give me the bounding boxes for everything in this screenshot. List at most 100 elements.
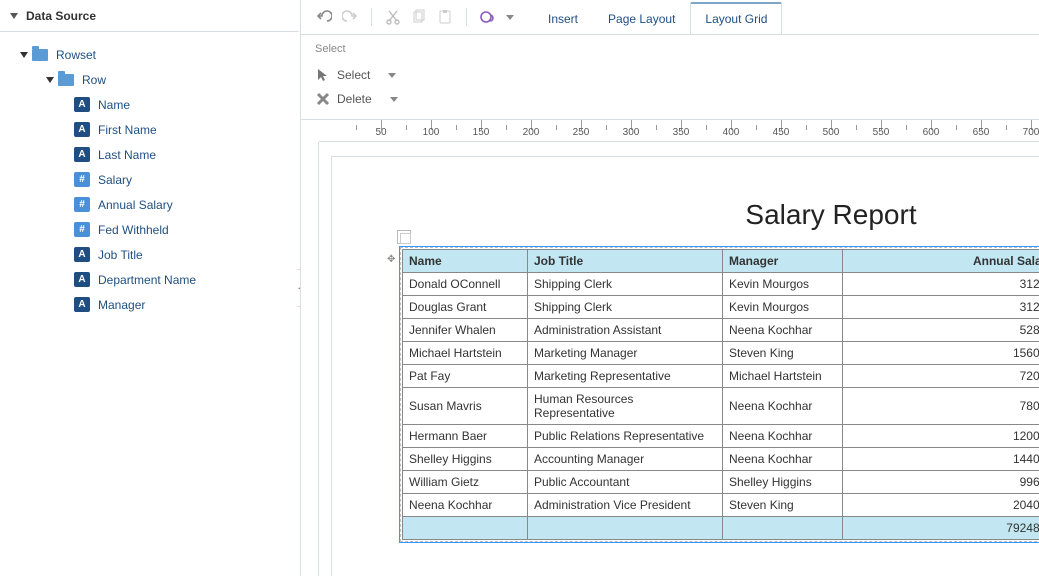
table-cell[interactable]: Neena Kochhar	[723, 425, 843, 448]
footer-cell[interactable]	[723, 517, 843, 540]
table-row[interactable]: Donald OConnellShipping ClerkKevin Mourg…	[403, 273, 1039, 296]
table-row[interactable]: Jennifer WhalenAdministration AssistantN…	[403, 319, 1039, 342]
table-cell[interactable]: Susan Mavris	[403, 388, 528, 425]
footer-total[interactable]: 7924800	[843, 517, 1039, 540]
table-cell[interactable]: 31200	[843, 296, 1039, 319]
table-cell[interactable]: Neena Kochhar	[403, 494, 528, 517]
grid-marker-icon[interactable]	[397, 230, 411, 244]
move-handle-icon[interactable]: ✥	[387, 254, 395, 265]
delete-button[interactable]: Delete	[315, 87, 1025, 111]
column-header[interactable]: Job Title	[528, 250, 723, 273]
undo-button[interactable]	[313, 6, 335, 28]
table-cell[interactable]: Pat Fay	[403, 365, 528, 388]
table-cell[interactable]: Public Relations Representative	[528, 425, 723, 448]
table-cell[interactable]: 204000	[843, 494, 1039, 517]
table-header-row[interactable]: NameJob TitleManagerAnnual Salary	[403, 250, 1039, 273]
table-cell[interactable]: Jennifer Whalen	[403, 319, 528, 342]
table-row[interactable]: Shelley HigginsAccounting ManagerNeena K…	[403, 448, 1039, 471]
ruler-tick-label: 50	[375, 127, 386, 138]
footer-cell[interactable]	[528, 517, 723, 540]
tree-field[interactable]: #Fed Withheld	[6, 217, 293, 242]
select-button[interactable]: Select	[315, 63, 1025, 87]
page[interactable]: Salary Report ✥ NameJob TitleManagerAnnu…	[331, 156, 1039, 576]
table-cell[interactable]: Shelley Higgins	[403, 448, 528, 471]
table-cell[interactable]: 78000	[843, 388, 1039, 425]
tree-node-row[interactable]: Row	[6, 67, 293, 92]
table-cell[interactable]: 72000	[843, 365, 1039, 388]
tree-field-label: Salary	[98, 173, 132, 187]
tree-field[interactable]: AFirst Name	[6, 117, 293, 142]
table-cell[interactable]: Neena Kochhar	[723, 448, 843, 471]
table-cell[interactable]: Kevin Mourgos	[723, 296, 843, 319]
table-row[interactable]: Pat FayMarketing RepresentativeMichael H…	[403, 365, 1039, 388]
table-cell[interactable]: Marketing Representative	[528, 365, 723, 388]
disclosure-icon[interactable]	[10, 13, 18, 19]
insert-component-dropdown[interactable]	[503, 6, 517, 28]
column-header[interactable]: Manager	[723, 250, 843, 273]
tab-insert[interactable]: Insert	[533, 3, 593, 34]
tree-field[interactable]: ADepartment Name	[6, 267, 293, 292]
table-cell[interactable]: Michael Hartstein	[403, 342, 528, 365]
cut-button[interactable]	[382, 6, 404, 28]
column-header[interactable]: Annual Salary	[843, 250, 1039, 273]
table-cell[interactable]: Neena Kochhar	[723, 319, 843, 342]
table-cell[interactable]: Administration Vice President	[528, 494, 723, 517]
table-cell[interactable]: Human Resources Representative	[528, 388, 723, 425]
table-body: Donald OConnellShipping ClerkKevin Mourg…	[403, 273, 1039, 517]
table-cell[interactable]: Public Accountant	[528, 471, 723, 494]
table-row[interactable]: Douglas GrantShipping ClerkKevin Mourgos…	[403, 296, 1039, 319]
table-cell[interactable]: 120000	[843, 425, 1039, 448]
chevron-down-icon[interactable]	[46, 77, 54, 83]
redo-button[interactable]	[339, 6, 361, 28]
table-cell[interactable]: Marketing Manager	[528, 342, 723, 365]
table-cell[interactable]: Shelley Higgins	[723, 471, 843, 494]
tree-field[interactable]: #Annual Salary	[6, 192, 293, 217]
text-field-icon: A	[74, 147, 90, 162]
table-cell[interactable]: Steven King	[723, 342, 843, 365]
table-footer-row[interactable]: 7924800	[403, 517, 1039, 540]
table-row[interactable]: Michael HartsteinMarketing ManagerSteven…	[403, 342, 1039, 365]
sidebar-header[interactable]: Data Source	[0, 0, 299, 32]
insert-component-button[interactable]	[477, 6, 499, 28]
report-title[interactable]: Salary Report	[400, 199, 1039, 231]
table-row[interactable]: Hermann BaerPublic Relations Representat…	[403, 425, 1039, 448]
table-cell[interactable]: 99600	[843, 471, 1039, 494]
tree-field[interactable]: AManager	[6, 292, 293, 317]
table-cell[interactable]: Michael Hartstein	[723, 365, 843, 388]
table-cell[interactable]: Hermann Baer	[403, 425, 528, 448]
table-row[interactable]: Neena KochharAdministration Vice Preside…	[403, 494, 1039, 517]
chevron-down-icon[interactable]	[20, 52, 28, 58]
table-cell[interactable]: Accounting Manager	[528, 448, 723, 471]
copy-button[interactable]	[408, 6, 430, 28]
table-cell[interactable]: Douglas Grant	[403, 296, 528, 319]
report-table[interactable]: NameJob TitleManagerAnnual Salary Donald…	[402, 249, 1039, 540]
table-row[interactable]: Susan MavrisHuman Resources Representati…	[403, 388, 1039, 425]
table-cell[interactable]: Neena Kochhar	[723, 388, 843, 425]
table-cell[interactable]: 52800	[843, 319, 1039, 342]
tree-node-rowset[interactable]: Rowset	[6, 42, 293, 67]
tree-field[interactable]: ALast Name	[6, 142, 293, 167]
tree-field[interactable]: AName	[6, 92, 293, 117]
table-row[interactable]: William GietzPublic AccountantShelley Hi…	[403, 471, 1039, 494]
paste-button[interactable]	[434, 6, 456, 28]
tab-layout-grid[interactable]: Layout Grid	[690, 2, 782, 34]
canvas-area[interactable]: Salary Report ✥ NameJob TitleManagerAnnu…	[301, 142, 1039, 576]
table-cell[interactable]: Kevin Mourgos	[723, 273, 843, 296]
chevron-down-icon[interactable]	[388, 73, 396, 78]
chevron-down-icon[interactable]	[390, 97, 398, 102]
footer-cell[interactable]	[403, 517, 528, 540]
tree-field[interactable]: #Salary	[6, 167, 293, 192]
column-header[interactable]: Name	[403, 250, 528, 273]
tab-page-layout[interactable]: Page Layout	[593, 3, 690, 34]
table-cell[interactable]: Steven King	[723, 494, 843, 517]
table-cell[interactable]: Shipping Clerk	[528, 273, 723, 296]
tree-field[interactable]: AJob Title	[6, 242, 293, 267]
table-cell[interactable]: Administration Assistant	[528, 319, 723, 342]
table-cell[interactable]: William Gietz	[403, 471, 528, 494]
table-cell[interactable]: Donald OConnell	[403, 273, 528, 296]
table-cell[interactable]: Shipping Clerk	[528, 296, 723, 319]
table-cell[interactable]: 144000	[843, 448, 1039, 471]
table-cell[interactable]: 156000	[843, 342, 1039, 365]
layout-grid-container[interactable]: ✥ NameJob TitleManagerAnnual Salary Dona…	[400, 247, 1039, 542]
table-cell[interactable]: 31200	[843, 273, 1039, 296]
